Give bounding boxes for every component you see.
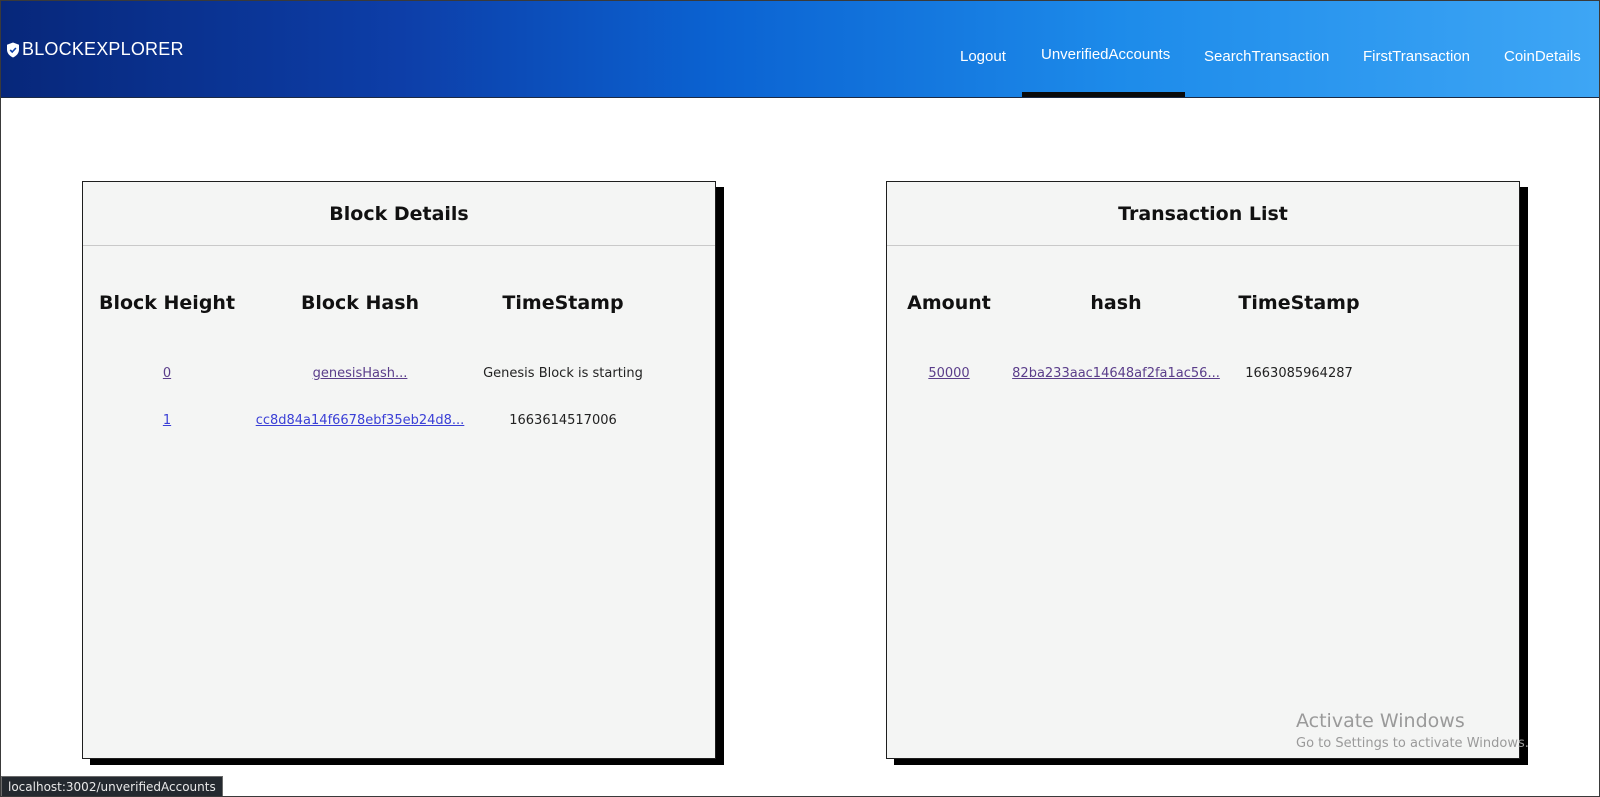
nav-coin-details[interactable]: CoinDetails — [1504, 48, 1581, 65]
browser-viewport: BLOCKEXPLORER Logout UnverifiedAccounts … — [0, 0, 1600, 797]
top-navbar: BLOCKEXPLORER Logout UnverifiedAccounts … — [1, 1, 1599, 98]
link-status-bar: localhost:3002/unverifiedAccounts — [1, 776, 223, 796]
block-details-panel: Block Details Block Height Block Hash Ti… — [82, 181, 716, 759]
column-header-timestamp: TimeStamp — [1238, 292, 1360, 314]
column-header-timestamp: TimeStamp — [502, 292, 624, 314]
transaction-amount-link[interactable]: 50000 — [928, 366, 969, 381]
transaction-list-title: Transaction List — [887, 182, 1519, 246]
block-height-link[interactable]: 1 — [163, 413, 171, 428]
transaction-list-panel: Transaction List Amount hash TimeStamp 5… — [886, 181, 1520, 759]
block-details-title: Block Details — [83, 182, 715, 246]
block-hash-link[interactable]: genesisHash... — [313, 366, 408, 381]
column-header-block-hash: Block Hash — [300, 292, 420, 314]
block-hash-link[interactable]: cc8d84a14f6678ebf35eb24d8... — [256, 413, 465, 428]
transaction-hash-link[interactable]: 82ba233aac14648af2fa1ac56... — [1012, 366, 1220, 381]
watermark-subtitle: Go to Settings to activate Windows. — [1296, 736, 1529, 751]
transaction-timestamp: 1663085964287 — [1245, 366, 1353, 381]
column-header-block-height: Block Height — [98, 292, 236, 314]
brand[interactable]: BLOCKEXPLORER — [6, 39, 184, 60]
watermark-title: Activate Windows — [1296, 710, 1465, 732]
block-timestamp: 1663614517006 — [509, 413, 617, 428]
nav-logout[interactable]: Logout — [960, 48, 1006, 65]
block-height-link[interactable]: 0 — [163, 366, 171, 381]
shield-check-icon — [6, 42, 20, 58]
column-header-hash: hash — [1090, 292, 1142, 314]
active-tab-indicator — [1022, 92, 1185, 97]
block-timestamp: Genesis Block is starting — [483, 366, 643, 381]
nav-first-transaction[interactable]: FirstTransaction — [1363, 48, 1470, 65]
nav-unverified-accounts[interactable]: UnverifiedAccounts — [1041, 46, 1170, 63]
activate-windows-watermark: Activate Windows Go to Settings to activ… — [1296, 710, 1529, 751]
column-header-amount: Amount — [907, 292, 991, 314]
nav-search-transaction[interactable]: SearchTransaction — [1204, 48, 1329, 65]
brand-name: BLOCKEXPLORER — [22, 39, 184, 59]
